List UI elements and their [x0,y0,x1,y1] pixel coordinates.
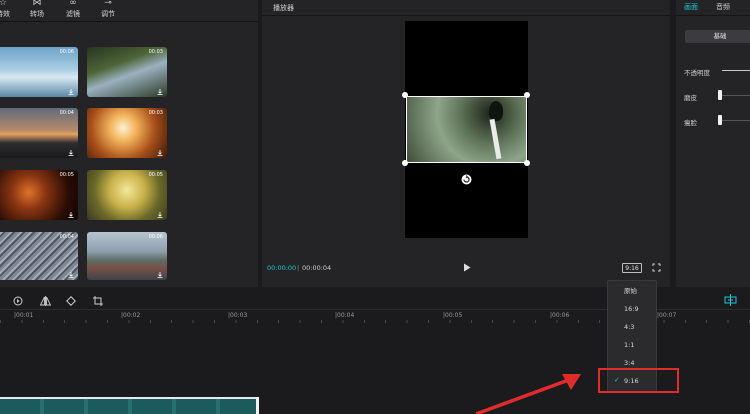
tab-filter[interactable]: ∞ 滤镜 [58,0,88,19]
smooth-label: 磨皮 [684,94,697,102]
filter-icon: ∞ [69,0,77,8]
media-thumb[interactable]: 00:05 [87,170,167,220]
resize-handle[interactable] [524,92,530,98]
download-icon[interactable] [157,89,163,95]
replay-icon[interactable] [13,296,23,306]
opacity-slider-track[interactable] [722,70,750,71]
opacity-label: 不透明度 [684,69,710,77]
preview-video[interactable] [406,96,527,163]
download-icon[interactable] [68,212,74,218]
snap-icon[interactable] [724,294,737,306]
media-thumb[interactable]: 00:06 [0,47,78,97]
current-time: 00:00:00 [267,264,297,272]
ratio-option-16-9[interactable]: 16:9 [608,299,656,319]
rotate-icon[interactable] [461,174,472,185]
slim-face-slider-track[interactable] [720,120,750,121]
download-icon[interactable] [68,89,74,95]
ruler-tick-label: |00:07 [657,312,677,319]
download-icon[interactable] [157,272,163,278]
crop-icon[interactable] [93,296,103,306]
ruler-tick-label: |00:04 [335,312,355,319]
download-icon[interactable] [157,212,163,218]
effects-icon: ☆ [0,0,8,8]
download-icon[interactable] [157,150,163,156]
properties-panel [676,0,750,287]
fullscreen-icon[interactable] [652,263,661,272]
slim-face-slider-handle[interactable] [718,115,722,125]
adjust-icon: ⊸ [104,0,112,8]
ratio-button[interactable]: 9:16 [622,263,642,273]
media-thumb[interactable]: 00:03 [87,47,167,97]
section-basic-button[interactable]: 基础 [685,30,750,43]
download-icon[interactable] [68,150,74,156]
media-thumb[interactable]: 00:04 [0,232,78,280]
play-icon[interactable] [463,263,471,272]
tab-divider [676,15,750,16]
download-icon[interactable] [68,272,74,278]
ratio-option-1-1[interactable]: 1:1 [608,335,656,355]
tab-transition[interactable]: ⋈ 转场 [22,0,52,19]
rotate-clip-icon[interactable] [66,296,76,306]
highlight-box [598,368,679,393]
media-thumb[interactable]: 00:06 [87,232,167,280]
preview-subject [489,101,503,121]
player-header-divider [262,15,670,16]
tab-audio[interactable]: 音频 [716,2,730,12]
smooth-slider-track[interactable] [720,95,750,96]
annotation-arrow [475,374,581,414]
media-thumb[interactable]: 00:05 [0,170,78,220]
smooth-slider-handle[interactable] [718,90,722,100]
transition-icon: ⋈ [32,0,42,8]
total-time: 00:00:04 [302,264,332,272]
resize-handle[interactable] [402,92,408,98]
clip-end-handle[interactable] [256,397,259,414]
ruler-tick-label: |00:01 [14,312,34,319]
ratio-option-original[interactable]: 原始 [608,281,656,301]
media-thumb[interactable]: 00:04 [0,108,78,158]
resize-handle[interactable] [524,160,530,166]
ruler-tick-label: |00:06 [550,312,570,319]
tab-effects[interactable]: ☆ 特效 [0,0,18,19]
media-thumb[interactable]: 00:03 [87,108,167,158]
ruler-tick-label: |00:03 [228,312,248,319]
ruler-tick-label: |00:02 [121,312,141,319]
timeline-clip[interactable] [0,397,258,414]
mirror-icon[interactable] [40,296,51,306]
slim-face-label: 瘦脸 [684,119,697,127]
ruler-tick-label: |00:05 [443,312,463,319]
preview-stem [489,118,502,160]
player-title: 播放器 [273,4,294,12]
tab-picture[interactable]: 画面 [684,2,698,12]
tab-adjust[interactable]: ⊸ 调节 [93,0,123,19]
time-separator: | [297,264,300,272]
ratio-option-4-3[interactable]: 4:3 [608,317,656,337]
resize-handle[interactable] [402,160,408,166]
